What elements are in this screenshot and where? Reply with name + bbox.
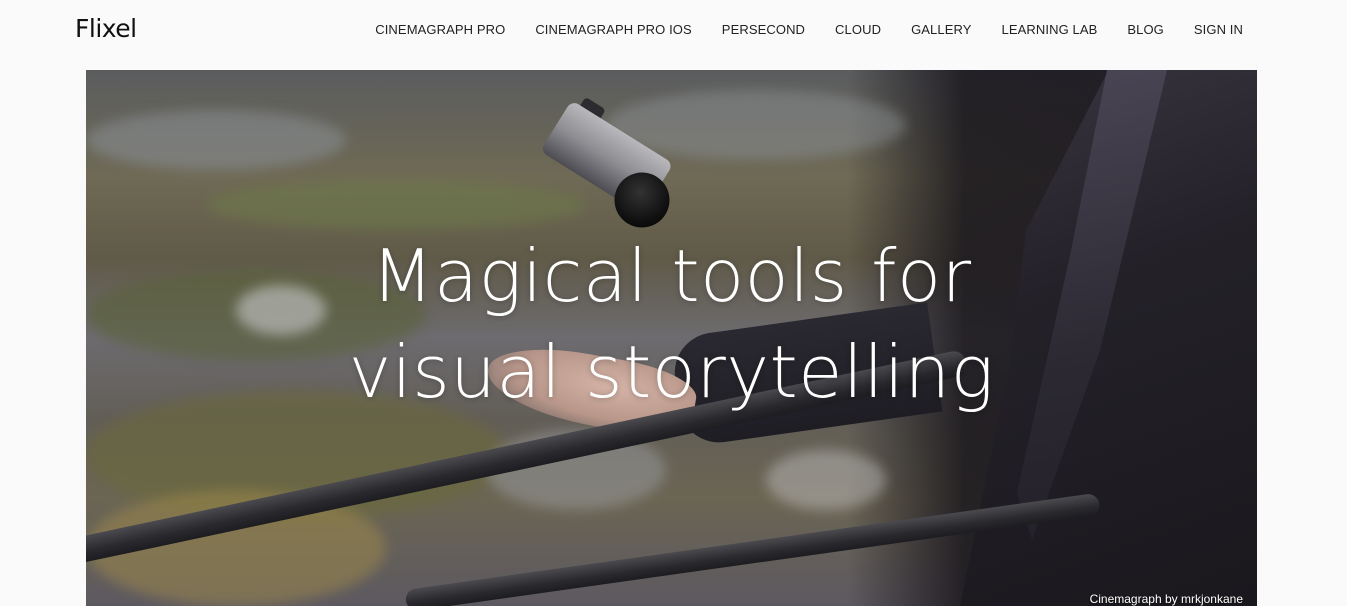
nav-cinemagraph-pro[interactable]: CINEMAGRAPH PRO <box>375 22 505 37</box>
background-bokeh <box>206 180 586 230</box>
nav-sign-in[interactable]: SIGN IN <box>1194 22 1243 37</box>
cinemagraph-credit: Cinemagraph by mrkjonkane <box>1089 592 1243 606</box>
main-nav: CINEMAGRAPH PRO CINEMAGRAPH PRO IOS PERS… <box>345 22 1243 37</box>
background-bokeh <box>766 450 886 510</box>
nav-persecond[interactable]: PERSECOND <box>722 22 805 37</box>
site-header: Flixel CINEMAGRAPH PRO CINEMAGRAPH PRO I… <box>0 0 1347 62</box>
nav-cinemagraph-pro-ios[interactable]: CINEMAGRAPH PRO IOS <box>535 22 691 37</box>
background-bokeh <box>86 110 346 170</box>
nav-learning-lab[interactable]: LEARNING LAB <box>1002 22 1098 37</box>
nav-blog[interactable]: BLOG <box>1127 22 1164 37</box>
headline-line-1: Magical tools for <box>371 234 972 319</box>
flixel-logo[interactable]: Flixel <box>75 14 137 43</box>
nav-cloud[interactable]: CLOUD <box>835 22 881 37</box>
hero-cinemagraph: Magical tools for visual storytelling Ci… <box>86 70 1257 606</box>
headline-line-2: visual storytelling <box>348 330 995 415</box>
nav-gallery[interactable]: GALLERY <box>911 22 971 37</box>
hero-headline: Magical tools for visual storytelling <box>86 228 1257 420</box>
